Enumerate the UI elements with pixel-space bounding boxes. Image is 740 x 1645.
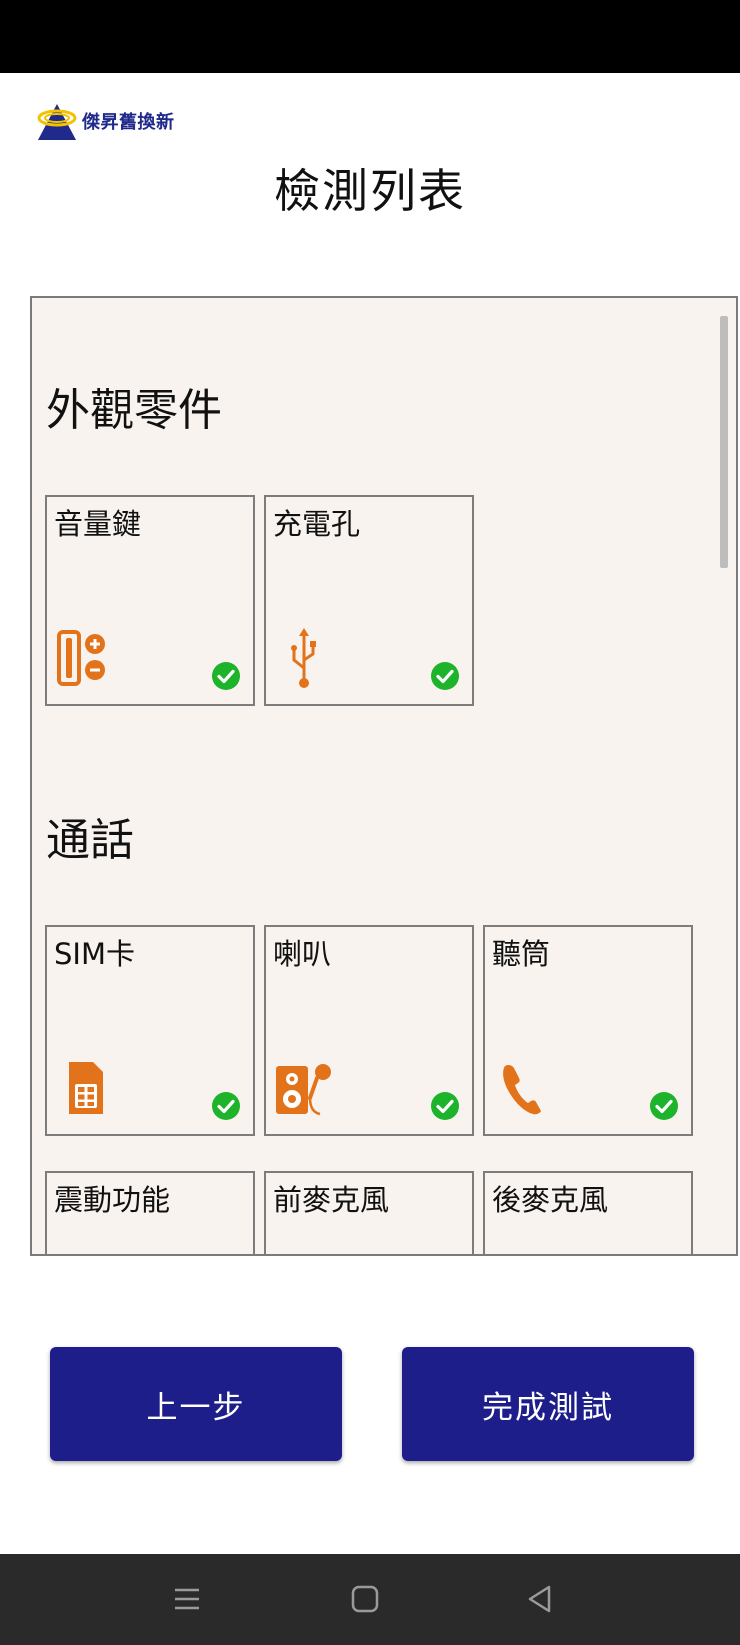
test-tile-rear-microphone[interactable]: 後麥克風	[483, 1171, 693, 1254]
usb-icon	[291, 628, 316, 688]
scrollbar-thumb[interactable]	[720, 316, 728, 568]
brand-logo: 傑昇舊換新	[36, 98, 175, 144]
check-passed-icon	[431, 662, 459, 690]
menu-icon[interactable]	[170, 1582, 204, 1616]
test-tile-vibration[interactable]: 震動功能	[45, 1171, 255, 1254]
test-tile-speaker[interactable]: 喇叭	[264, 925, 474, 1136]
check-passed-icon	[431, 1092, 459, 1120]
test-list-panel[interactable]: 外觀零件 音量鍵 充電孔 通話 SIM卡 喇叭 聽筒 震動功能 前麥克風 後麥克…	[30, 296, 738, 1256]
tile-label: 前麥克風	[273, 1183, 390, 1217]
speaker-microphone-icon	[276, 1064, 331, 1116]
test-tile-front-microphone[interactable]: 前麥克風	[264, 1171, 474, 1254]
previous-step-button[interactable]: 上一步	[50, 1347, 342, 1461]
tile-label: 充電孔	[273, 507, 361, 541]
check-passed-icon	[212, 1092, 240, 1120]
tile-label: 音量鍵	[54, 507, 142, 541]
test-tile-earpiece[interactable]: 聽筒	[483, 925, 693, 1136]
section-title-appearance: 外觀零件	[46, 385, 222, 436]
test-tile-volume-keys[interactable]: 音量鍵	[45, 495, 255, 706]
system-navigation-bar	[0, 1554, 740, 1645]
tile-label: 喇叭	[273, 937, 332, 971]
tile-label: 震動功能	[54, 1183, 171, 1217]
status-bar	[0, 0, 740, 73]
volume-keys-icon	[57, 630, 105, 686]
brand-logo-icon	[37, 104, 77, 140]
section-title-call: 通話	[46, 815, 134, 866]
tile-label: 後麥克風	[492, 1183, 609, 1217]
phone-receiver-icon	[503, 1064, 541, 1115]
page-title: 檢測列表	[274, 164, 466, 218]
test-tile-charging-port[interactable]: 充電孔	[264, 495, 474, 706]
check-passed-icon	[650, 1092, 678, 1120]
back-icon[interactable]	[523, 1582, 557, 1616]
test-tile-sim-card[interactable]: SIM卡	[45, 925, 255, 1136]
sim-card-icon	[69, 1062, 103, 1114]
home-icon[interactable]	[348, 1582, 382, 1616]
tile-label: SIM卡	[54, 937, 135, 971]
finish-test-button[interactable]: 完成測試	[402, 1347, 694, 1461]
brand-name: 傑昇舊換新	[82, 112, 175, 133]
tile-label: 聽筒	[492, 937, 551, 971]
check-passed-icon	[212, 662, 240, 690]
